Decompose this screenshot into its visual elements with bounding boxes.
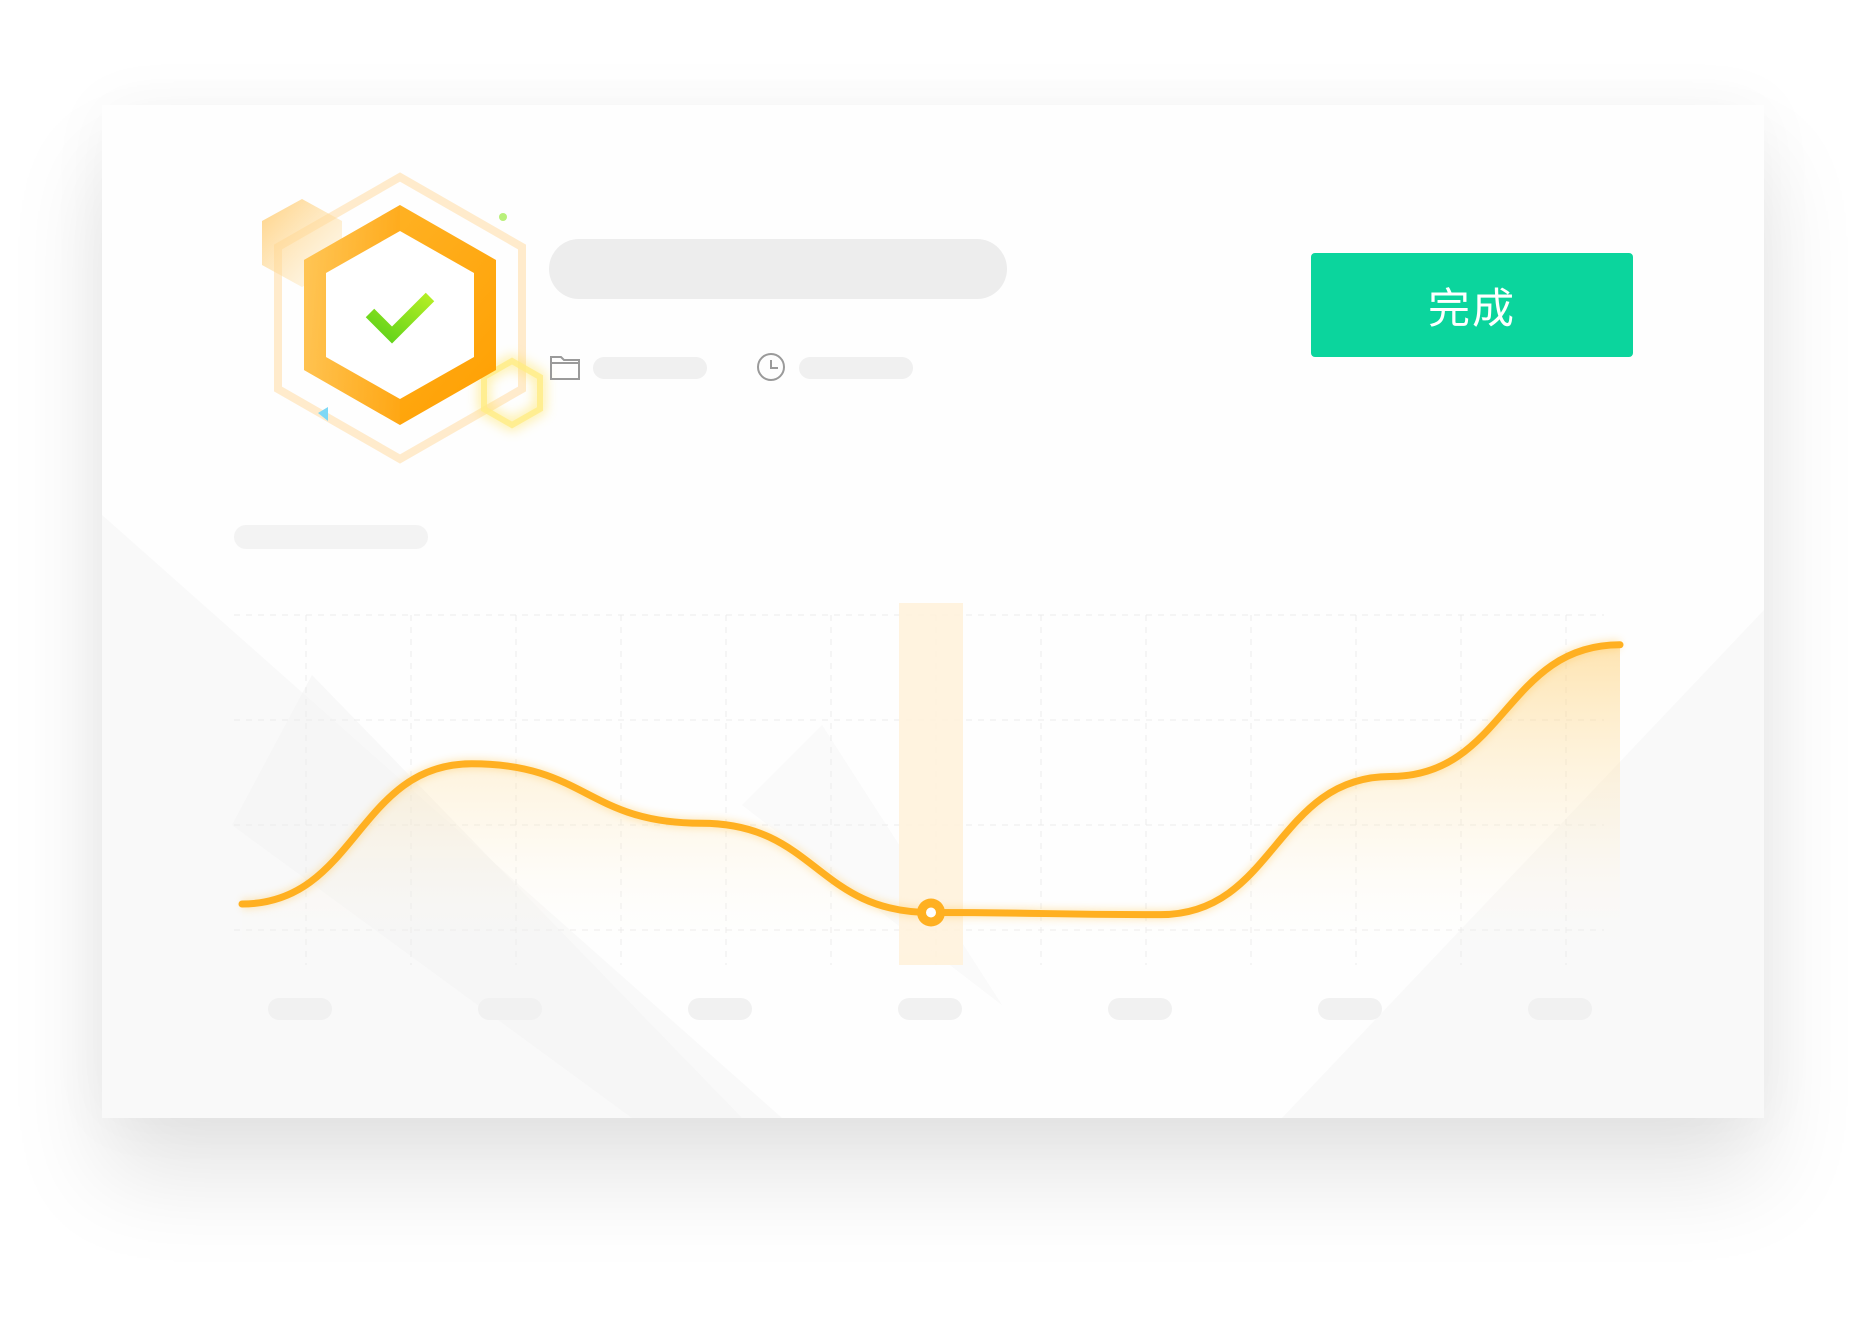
folder-icon [550,356,580,380]
chart-highlight-point[interactable] [917,898,945,927]
chart-title-placeholder [234,525,428,549]
chart-point-inner [926,907,936,918]
hexagon-check-icon [262,172,545,464]
title-placeholder [549,239,1007,299]
done-button[interactable]: 完成 [1311,253,1633,357]
clock-icon [757,353,785,381]
x-tick-placeholder [1318,998,1382,1020]
time-placeholder [799,357,913,379]
line-chart [234,603,1624,1020]
x-tick-placeholder [1108,998,1172,1020]
x-tick-placeholder [688,998,752,1020]
meta-row [549,347,949,387]
task-card: 完成 [102,105,1764,1118]
x-tick-placeholder [268,998,332,1020]
chart-x-ticks [268,998,1592,1020]
x-tick-placeholder [898,998,962,1020]
folder-placeholder [593,357,707,379]
illustration-stage: 完成 [0,0,1856,1334]
x-tick-placeholder [1528,998,1592,1020]
x-tick-placeholder [478,998,542,1020]
